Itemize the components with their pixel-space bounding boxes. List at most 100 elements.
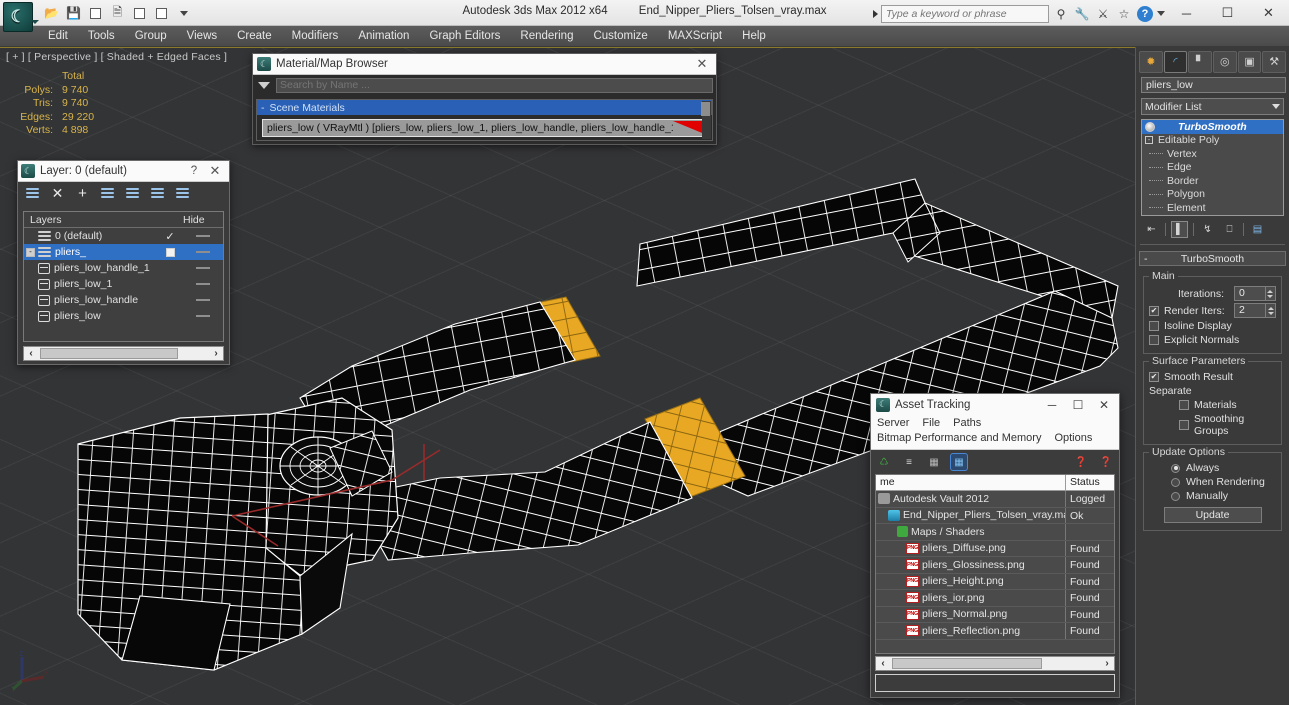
chevron-down-icon[interactable] (1272, 104, 1280, 109)
menu-item-help[interactable]: Help (732, 26, 776, 47)
pin-stack-icon[interactable]: ⇤ (1143, 221, 1160, 238)
layer-row[interactable]: pliers_low_handle_1 (24, 260, 223, 276)
layer-hscroll-thumb[interactable] (40, 348, 178, 359)
material-browser-close-icon[interactable]: ✕ (692, 56, 712, 72)
update-button[interactable]: Update (1163, 507, 1262, 523)
asset-row[interactable]: PNG pliers_Diffuse.png Found (876, 540, 1114, 557)
motion-tab[interactable]: ◎ (1213, 50, 1237, 73)
wrench-icon[interactable]: 🔧 (1073, 5, 1091, 23)
layer-hide-toggle[interactable] (183, 267, 223, 269)
layer-row[interactable]: pliers_low_1 (24, 276, 223, 292)
undo-icon[interactable] (86, 4, 105, 23)
asset-scroll-right-icon[interactable]: › (1100, 658, 1114, 669)
asset-menu-server[interactable]: Server (877, 417, 909, 429)
layer-hide-toggle[interactable] (183, 299, 223, 301)
create-tab[interactable]: ✹ (1139, 50, 1163, 73)
search-input[interactable] (881, 4, 1049, 23)
star-icon[interactable]: ☆ (1115, 5, 1133, 23)
turbosmooth-rollout[interactable]: - TurboSmooth Main Iterations: 0 ✔ Render It… (1139, 251, 1286, 537)
binoculars-icon[interactable]: ⚲ (1052, 5, 1070, 23)
show-end-result-icon[interactable]: ▌ (1171, 221, 1188, 238)
modifier-stack-item[interactable]: Border (1142, 174, 1283, 188)
save-file-icon[interactable]: 💾 (64, 4, 83, 23)
layer-row[interactable]: pliers_low_handle (24, 292, 223, 308)
search-expand-caret-icon[interactable] (873, 9, 878, 18)
maximize-button[interactable]: ☐ (1207, 0, 1248, 26)
field-checkbox[interactable]: ✔ (1149, 372, 1159, 382)
asset-tracking-minimize-button[interactable]: ─ (1039, 394, 1065, 415)
asset-row[interactable]: PNG pliers_Height.png Found (876, 573, 1114, 590)
layer-current-toggle[interactable]: ✓ (157, 230, 183, 243)
highlight-selected-objects-layer-icon[interactable] (149, 185, 166, 202)
asset-hscroll-thumb[interactable] (892, 658, 1042, 669)
material-browser-scroll-thumb[interactable] (701, 102, 710, 116)
menu-item-graph-editors[interactable]: Graph Editors (419, 26, 510, 47)
asset-scroll-left-icon[interactable]: ‹ (876, 658, 890, 669)
asset-row[interactable]: PNG pliers_Glossiness.png Found (876, 557, 1114, 574)
field-checkbox[interactable]: ✔ (1149, 305, 1159, 316)
open-file-icon[interactable]: 📂 (42, 4, 61, 23)
layer-expand-icon[interactable]: - (26, 247, 35, 257)
redo-icon[interactable] (130, 4, 149, 23)
group-collapse-icon[interactable]: - (261, 102, 265, 114)
3ds-max-logo-icon[interactable]: ☾ (3, 2, 33, 32)
thumbnail-view-icon[interactable]: ▦ (926, 454, 942, 470)
modifier-stack[interactable]: TurboSmooth - Editable Poly Vertex Edge Borde… (1141, 119, 1284, 216)
turbosmooth-rollout-header[interactable]: - TurboSmooth (1139, 251, 1286, 266)
layer-list[interactable]: Layers Hide 0 (default) ✓ - pliers_ pliers_l… (23, 211, 224, 342)
spinner-arrows[interactable] (1266, 303, 1276, 318)
layer-row[interactable]: pliers_low (24, 308, 223, 324)
close-button[interactable]: ✕ (1248, 0, 1289, 26)
field-checkbox[interactable] (1179, 420, 1189, 430)
search-options-caret-icon[interactable] (258, 81, 270, 89)
field-checkbox[interactable] (1149, 335, 1159, 345)
layer-row[interactable]: - pliers_ (24, 244, 223, 260)
menu-item-tools[interactable]: Tools (78, 26, 125, 47)
asset-list-grid[interactable]: me Status Autodesk Vault 2012 Logged End_N… (875, 474, 1115, 654)
spinner-arrows[interactable] (1265, 286, 1276, 301)
utilities-tab[interactable]: ⚒ (1262, 50, 1287, 73)
material-browser-scrollbar[interactable] (701, 101, 711, 139)
asset-row[interactable]: Maps / Shaders (876, 524, 1114, 541)
field-checkbox[interactable] (1179, 400, 1189, 410)
list-view-icon[interactable]: ≡ (901, 454, 917, 470)
modifier-stack-item[interactable]: TurboSmooth (1142, 120, 1283, 134)
field-radio[interactable] (1171, 477, 1180, 487)
qat-overflow-caret-icon[interactable] (174, 4, 193, 23)
set-project-folder-icon[interactable]: 🗎 (108, 4, 127, 23)
stack-collapse-icon[interactable]: - (1145, 136, 1153, 145)
menu-item-group[interactable]: Group (125, 26, 177, 47)
help-dropdown-caret-icon[interactable] (1157, 11, 1165, 16)
set-current-layer-icon[interactable] (174, 185, 191, 202)
spinner-value[interactable]: 0 (1233, 286, 1266, 301)
make-unique-icon[interactable]: ↯ (1199, 221, 1216, 238)
asset-row[interactable]: PNG pliers_ior.png Found (876, 590, 1114, 607)
modifier-enable-bulb-icon[interactable] (1145, 121, 1155, 132)
asset-grid-hscrollbar[interactable]: ‹ › (875, 656, 1115, 671)
configure-modifier-sets-icon[interactable]: ▤ (1249, 221, 1266, 238)
hierarchy-tab[interactable]: ▘ (1188, 50, 1213, 73)
select-highlighted-layer-icon[interactable] (124, 185, 141, 202)
menu-item-create[interactable]: Create (227, 26, 282, 47)
layer-hide-toggle[interactable] (183, 235, 223, 237)
quick-render-icon[interactable] (152, 4, 171, 23)
material-map-browser-dialog[interactable]: ☾ Material/Map Browser ✕ - Scene Materia… (252, 53, 717, 145)
layer-hide-toggle[interactable] (183, 283, 223, 285)
spinner-value[interactable]: 2 (1234, 303, 1266, 318)
layer-dialog-close-icon[interactable]: ✕ (204, 163, 226, 179)
layer-hide-toggle[interactable] (183, 315, 223, 317)
scroll-left-icon[interactable]: ‹ (24, 348, 38, 359)
command-panel[interactable]: ✹ ◜ ▘ ◎ ▣ ⚒ Modifier List TurboSmooth-Ed… (1135, 47, 1289, 705)
layer-dialog[interactable]: ☾ Layer: 0 (default) ? ✕ ✕ + Layers Hide… (17, 160, 230, 365)
layer-current-toggle[interactable] (157, 247, 183, 257)
asset-menu-paths[interactable]: Paths (953, 417, 981, 429)
modifier-stack-item[interactable]: Polygon (1142, 188, 1283, 202)
add-selection-to-layer-icon[interactable]: + (74, 185, 91, 202)
remove-modifier-icon[interactable]: ⎕ (1221, 221, 1238, 238)
display-tab[interactable]: ▣ (1237, 50, 1262, 73)
modify-tab[interactable]: ◜ (1163, 50, 1188, 73)
material-search-input[interactable] (276, 77, 713, 93)
material-browser-list[interactable]: - Scene Materials pliers_low ( VRayMtl )… (256, 99, 713, 141)
help-pointer-icon[interactable]: ❓ (1073, 454, 1089, 470)
scene-materials-group-header[interactable]: - Scene Materials (257, 100, 712, 115)
